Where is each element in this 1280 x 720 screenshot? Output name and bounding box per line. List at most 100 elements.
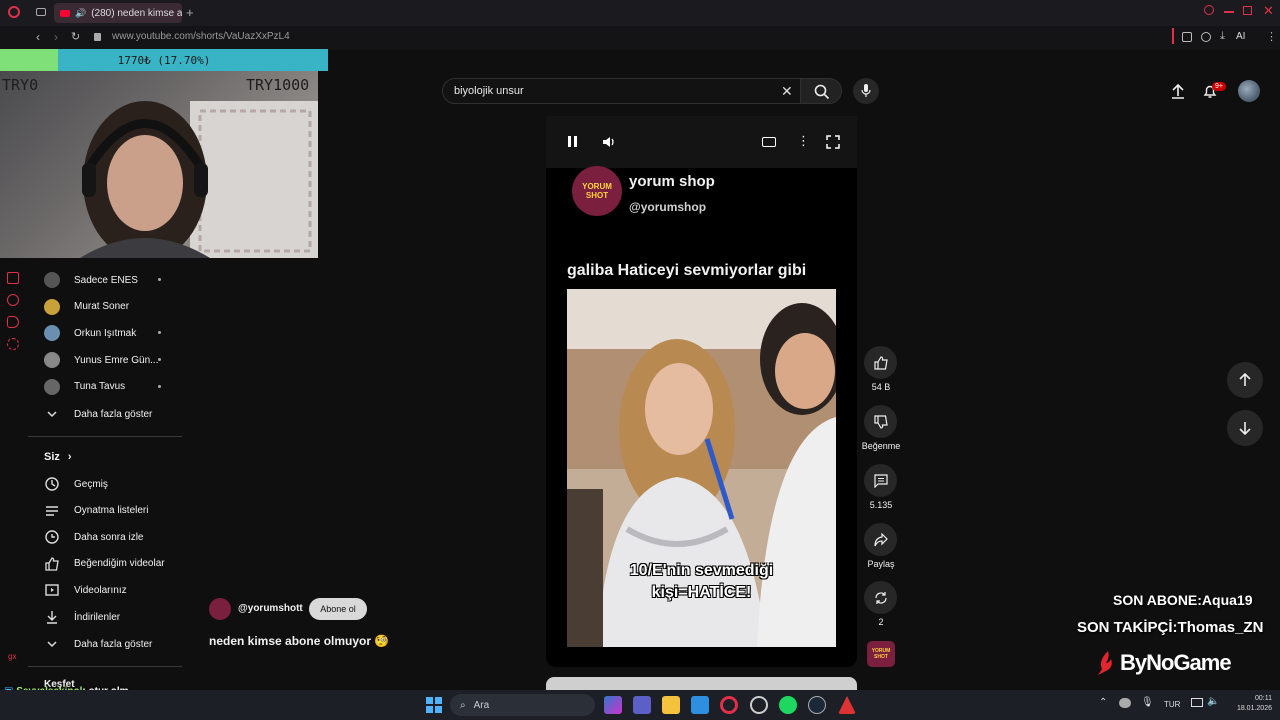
show-more-subs-button[interactable]: Daha fazla göster bbox=[44, 401, 184, 427]
share-button[interactable] bbox=[864, 523, 897, 556]
pin-icon[interactable] bbox=[7, 272, 19, 284]
clock-date: 18.01.2026 bbox=[1236, 705, 1272, 712]
account-avatar[interactable] bbox=[1238, 80, 1260, 102]
next-short-preview[interactable] bbox=[546, 677, 857, 690]
extensions-icon[interactable] bbox=[1182, 32, 1192, 42]
close-window-icon[interactable]: ✕ bbox=[1263, 3, 1274, 19]
copilot-icon[interactable] bbox=[604, 696, 622, 714]
url-field[interactable]: www.youtube.com/shorts/VaUazXxPzL4 bbox=[112, 31, 290, 42]
clock-time: 00:11 bbox=[1255, 695, 1272, 702]
spotify-icon[interactable] bbox=[779, 696, 797, 714]
dislike-label: Beğenme bbox=[861, 441, 901, 451]
settings-icon[interactable] bbox=[7, 338, 19, 350]
pause-icon[interactable] bbox=[568, 136, 571, 147]
previous-short-button[interactable] bbox=[1227, 362, 1263, 398]
clock[interactable]: 00:11 18.01.2026 bbox=[1226, 694, 1272, 714]
network-icon[interactable] bbox=[1191, 698, 1203, 707]
steam-icon[interactable] bbox=[808, 696, 826, 714]
back-icon[interactable]: ‹ bbox=[36, 30, 40, 44]
sidebar-item-history[interactable]: Geçmiş bbox=[44, 471, 184, 497]
sidebar-item-liked[interactable]: Beğendiğim videolar bbox=[44, 551, 184, 577]
search-tabs-icon[interactable] bbox=[1204, 5, 1214, 15]
chevron-right-icon: › bbox=[67, 451, 72, 463]
bynogame-text: ByNoGame bbox=[1120, 650, 1232, 675]
search-input[interactable]: biyolojik unsur bbox=[442, 78, 806, 104]
remix-button[interactable] bbox=[864, 581, 897, 614]
opera-logo-icon[interactable] bbox=[8, 6, 20, 18]
speaker-icon[interactable]: 🔊 bbox=[75, 8, 86, 19]
dislike-button[interactable] bbox=[864, 405, 897, 438]
channel-handle[interactable]: @yorumshop bbox=[629, 200, 706, 214]
channel-logo[interactable]: YORUM SHOT bbox=[572, 166, 622, 216]
channel-logo-text: YORUM SHOT bbox=[582, 182, 612, 200]
subscription-label: Tuna Tavus bbox=[74, 381, 126, 393]
language-indicator[interactable]: TUR bbox=[1164, 700, 1180, 709]
subscribe-button[interactable]: Abone ol bbox=[309, 598, 367, 620]
sidebar-item-watch-later[interactable]: Daha sonra izle bbox=[44, 524, 184, 550]
menu-icon[interactable]: ⋮ bbox=[1266, 30, 1277, 43]
like-button[interactable] bbox=[864, 346, 897, 379]
sidebar-subscription-item[interactable]: Tuna Tavus bbox=[44, 374, 184, 400]
lock-icon[interactable] bbox=[94, 33, 101, 41]
downloads-icon[interactable]: ⤓ bbox=[1220, 30, 1225, 43]
sidebar-subscription-item[interactable]: Sadece ENES bbox=[44, 267, 184, 293]
ai-label: AI bbox=[1236, 31, 1246, 42]
sidebar-item-download[interactable]: İndirilenler bbox=[44, 604, 184, 630]
voice-search-button[interactable] bbox=[853, 78, 879, 104]
search-icon bbox=[814, 84, 830, 100]
browser-tab[interactable]: 🔊 (280) neden kimse abo bbox=[54, 3, 182, 23]
history-icon bbox=[45, 477, 59, 491]
onedrive-icon[interactable] bbox=[1119, 698, 1131, 708]
taskbar-search[interactable]: ⌕ Ara bbox=[450, 694, 595, 716]
opera-gx-icon[interactable] bbox=[720, 696, 738, 714]
short-caption: galiba Haticeyi sevmiyorlar gibi bbox=[567, 262, 807, 279]
new-tab-icon[interactable]: + bbox=[186, 5, 194, 20]
todo-icon[interactable] bbox=[691, 696, 709, 714]
uploader-avatar[interactable] bbox=[209, 598, 231, 620]
maximize-icon[interactable] bbox=[1243, 6, 1252, 15]
sidebar-subscription-item[interactable]: Yunus Emre Gün... bbox=[44, 347, 184, 373]
uploader-handle[interactable]: @yorumshott bbox=[238, 603, 303, 614]
start-button[interactable] bbox=[426, 697, 442, 713]
captions-icon[interactable] bbox=[762, 137, 776, 147]
next-short-button[interactable] bbox=[1227, 410, 1263, 446]
tray-overflow-icon[interactable]: ⌃ bbox=[1099, 697, 1107, 708]
remix-count: 2 bbox=[878, 617, 884, 627]
your-videos-icon bbox=[45, 584, 59, 597]
messenger-icon[interactable] bbox=[7, 316, 19, 328]
sidebar-item-playlist[interactable]: Oynatma listeleri bbox=[44, 498, 184, 524]
minimize-icon[interactable] bbox=[1224, 11, 1234, 13]
subscription-label: Yunus Emre Gün... bbox=[74, 354, 159, 366]
volume-icon[interactable] bbox=[602, 135, 616, 149]
tab-overview-icon[interactable] bbox=[36, 8, 46, 16]
profile-icon[interactable] bbox=[1201, 32, 1211, 42]
history-rail-icon[interactable] bbox=[7, 294, 19, 306]
volume-tray-icon[interactable]: 🔈 bbox=[1207, 696, 1219, 707]
more-options-icon[interactable]: ⋮ bbox=[797, 133, 810, 149]
comments-button[interactable] bbox=[864, 464, 897, 497]
sidebar-subscription-item[interactable]: Murat Soner bbox=[44, 294, 184, 320]
sound-thumbnail[interactable]: YORUM SHOT bbox=[867, 641, 895, 667]
forward-icon[interactable]: › bbox=[54, 30, 58, 44]
search-button[interactable] bbox=[800, 78, 842, 104]
clear-search-icon[interactable]: ✕ bbox=[781, 83, 793, 100]
aria-ai-button[interactable]: AI bbox=[1236, 31, 1245, 42]
you-section-header[interactable]: Siz › bbox=[44, 451, 72, 463]
tray-mic-icon[interactable]: 🎙 bbox=[1141, 697, 1154, 708]
reload-icon[interactable]: ↻ bbox=[71, 30, 80, 43]
obs-icon[interactable] bbox=[750, 696, 768, 714]
sidebar-item-your-videos[interactable]: Videolarınız bbox=[44, 577, 184, 603]
video-overlay-line-1: 10/E'nin sevmediği bbox=[629, 562, 774, 579]
teams-icon[interactable] bbox=[633, 696, 651, 714]
sidebar-item-label: Geçmiş bbox=[74, 478, 108, 490]
channel-avatar bbox=[44, 298, 60, 315]
sidebar-subscription-item[interactable]: Orkun Işıtmak bbox=[44, 320, 184, 346]
show-more-you-button[interactable]: Daha fazla göster bbox=[44, 631, 184, 657]
upload-icon[interactable] bbox=[1171, 83, 1185, 99]
new-content-dot bbox=[158, 278, 161, 281]
arrow-down-icon bbox=[1239, 422, 1251, 435]
fullscreen-icon[interactable] bbox=[826, 135, 840, 149]
file-explorer-icon[interactable] bbox=[662, 696, 680, 714]
download-icon bbox=[47, 611, 57, 624]
channel-name[interactable]: yorum shop bbox=[629, 173, 715, 190]
